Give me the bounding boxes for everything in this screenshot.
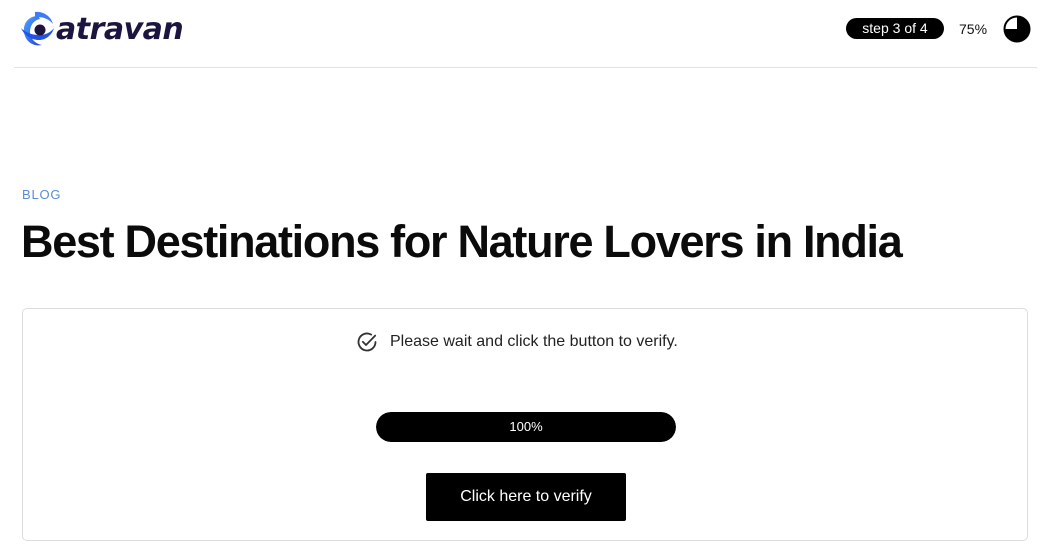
verify-notice-text: Please wait and click the button to veri… (390, 333, 678, 350)
verify-button[interactable]: Click here to verify (426, 473, 626, 521)
verify-notice: Please wait and click the button to veri… (356, 330, 678, 354)
logo-text: atravan (56, 12, 184, 47)
step-progress-percent: 75% (959, 21, 988, 37)
verification-card: Please wait and click the button to veri… (22, 308, 1028, 541)
pie-progress-icon (1003, 15, 1031, 43)
step-indicator: step 3 of 4 (846, 18, 944, 39)
verify-progress-label: 100% (509, 419, 543, 434)
logo-swirl-icon (21, 11, 54, 46)
check-circle-icon (357, 332, 377, 352)
verify-progress-bar: 100% (376, 412, 676, 442)
article-category[interactable]: BLOG (22, 186, 61, 204)
site-logo[interactable]: atravan (21, 11, 184, 49)
site-header: atravan step 3 of 4 75% (14, 0, 1037, 68)
page-title: Best Destinations for Nature Lovers in I… (21, 216, 903, 267)
